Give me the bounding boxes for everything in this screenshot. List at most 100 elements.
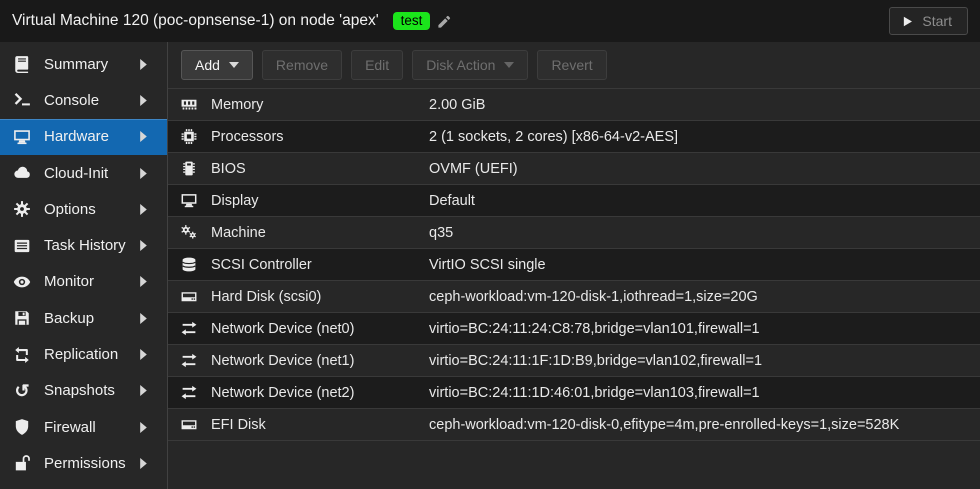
toolbar: Add Remove Edit Disk Action Revert [168,42,980,88]
sidebar-item-label: Monitor [44,273,94,290]
sidebar-item-label: Summary [44,56,108,73]
toolbar-button-label: Disk Action [426,57,495,73]
sidebar-item-cloud-init[interactable]: Cloud-Init [0,155,167,191]
memory-icon [180,96,198,113]
chevron-right-icon [140,59,147,70]
toolbar-button-label: Revert [551,57,592,73]
hardware-row-label: SCSI Controller [211,257,429,273]
hardware-row-memory[interactable]: Memory 2.00 GiB [168,89,980,121]
hardware-row-label: EFI Disk [211,417,429,433]
app-window: Virtual Machine 120 (poc-opnsense-1) on … [0,0,980,489]
hardware-row-value: VirtIO SCSI single [429,257,980,273]
hardware-row-processors[interactable]: Processors 2 (1 sockets, 2 cores) [x86-6… [168,121,980,153]
revert-button[interactable]: Revert [537,50,606,80]
sidebar-item-summary[interactable]: Summary [0,46,167,82]
start-button-label: Start [922,13,952,29]
sidebar-item-backup[interactable]: Backup [0,300,167,336]
sidebar-item-task-history[interactable]: Task History [0,227,167,263]
header: Virtual Machine 120 (poc-opnsense-1) on … [0,0,980,42]
hardware-row-value: OVMF (UEFI) [429,161,980,177]
chevron-right-icon [140,422,147,433]
sidebar-item-firewall[interactable]: Firewall [0,409,167,445]
hardware-row-value: 2.00 GiB [429,97,980,113]
unlock-icon [13,454,31,472]
retweet-icon [13,346,31,364]
hardware-row-label: BIOS [211,161,429,177]
add-button[interactable]: Add [181,50,253,80]
hardware-row-label: Network Device (net2) [211,385,429,401]
sidebar-item-snapshots[interactable]: ↺ Snapshots [0,373,167,409]
sidebar-item-label: Snapshots [44,382,115,399]
hardware-row-value: 2 (1 sockets, 2 cores) [x86-64-v2-AES] [429,129,980,145]
sidebar-item-label: Firewall [44,419,96,436]
shield-icon [13,418,31,436]
hardware-row-value: virtio=BC:24:11:1D:46:01,bridge=vlan103,… [429,385,980,401]
hardware-row-label: Network Device (net0) [211,321,429,337]
edit-button[interactable]: Edit [351,50,403,80]
sidebar-item-permissions[interactable]: Permissions [0,445,167,481]
hardware-row-network-device-net2[interactable]: Network Device (net2) virtio=BC:24:11:1D… [168,377,980,409]
hardware-row-hard-disk-scsi0[interactable]: Hard Disk (scsi0) ceph-workload:vm-120-d… [168,281,980,313]
hardware-row-scsi-controller[interactable]: SCSI Controller VirtIO SCSI single [168,249,980,281]
hardware-row-display[interactable]: Display Default [168,185,980,217]
hardware-row-value: ceph-workload:vm-120-disk-0,efitype=4m,p… [429,417,980,433]
sidebar-item-label: Replication [44,346,118,363]
hardware-row-bios[interactable]: BIOS OVMF (UEFI) [168,153,980,185]
hardware-row-efi-disk[interactable]: EFI Disk ceph-workload:vm-120-disk-0,efi… [168,409,980,441]
toolbar-button-label: Remove [276,57,328,73]
sidebar-item-label: Options [44,201,96,218]
chevron-right-icon [140,95,147,106]
gears-icon [180,224,198,241]
remove-button[interactable]: Remove [262,50,342,80]
list-icon [13,237,31,255]
disk-action-button[interactable]: Disk Action [412,50,528,80]
chevron-down-icon [229,62,239,68]
book-icon [13,55,31,73]
hardware-row-value: q35 [429,225,980,241]
hardware-row-label: Processors [211,129,429,145]
hardware-row-network-device-net1[interactable]: Network Device (net1) virtio=BC:24:11:1F… [168,345,980,377]
sidebar: Summary Console Hardware Cloud-Init Opti… [0,42,168,489]
hardware-row-value: Default [429,193,980,209]
hdd-icon [180,288,198,305]
chevron-right-icon [140,168,147,179]
sidebar-item-replication[interactable]: Replication [0,336,167,372]
hardware-row-value: virtio=BC:24:11:1F:1D:B9,bridge=vlan102,… [429,353,980,369]
eye-icon [13,273,31,291]
sidebar-item-label: Permissions [44,455,126,472]
hardware-row-value: ceph-workload:vm-120-disk-1,iothread=1,s… [429,289,980,305]
vm-tag: test [393,12,431,31]
sidebar-item-label: Task History [44,237,126,254]
hardware-row-machine[interactable]: Machine q35 [168,217,980,249]
cpu-icon [180,128,198,145]
main-panel: Add Remove Edit Disk Action Revert Memor… [168,42,980,489]
hardware-row-network-device-net0[interactable]: Network Device (net0) virtio=BC:24:11:24… [168,313,980,345]
hdd-icon [180,416,198,433]
chevron-down-icon [504,62,514,68]
sidebar-item-hardware[interactable]: Hardware [0,119,167,155]
start-button[interactable]: Start [889,7,968,35]
hardware-row-value: virtio=BC:24:11:24:C8:78,bridge=vlan101,… [429,321,980,337]
chevron-right-icon [140,385,147,396]
desktop-icon [13,128,31,146]
exchange-icon [180,352,198,369]
microchip-icon [180,160,198,177]
database-icon [180,256,198,273]
page-title: Virtual Machine 120 (poc-opnsense-1) on … [12,12,379,30]
toolbar-button-label: Add [195,57,220,73]
chevron-right-icon [140,204,147,215]
sidebar-item-monitor[interactable]: Monitor [0,264,167,300]
hardware-row-label: Memory [211,97,429,113]
hardware-row-label: Hard Disk (scsi0) [211,289,429,305]
play-icon [901,15,914,28]
chevron-right-icon [140,313,147,324]
hardware-row-label: Network Device (net1) [211,353,429,369]
pencil-icon[interactable] [437,14,452,29]
content-body: Summary Console Hardware Cloud-Init Opti… [0,42,980,489]
toolbar-button-label: Edit [365,57,389,73]
sidebar-item-options[interactable]: Options [0,191,167,227]
chevron-right-icon [140,276,147,287]
desktop-icon [180,192,198,209]
sidebar-item-console[interactable]: Console [0,82,167,118]
sidebar-item-label: Hardware [44,128,109,145]
